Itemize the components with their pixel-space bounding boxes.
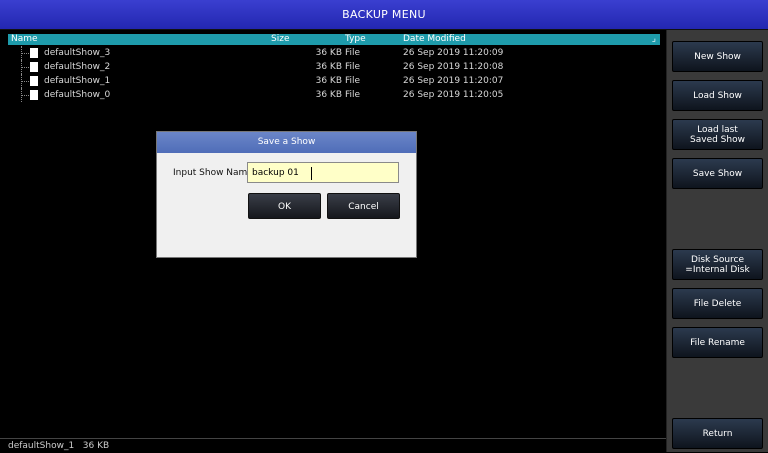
file-type: File bbox=[345, 90, 361, 100]
show-name-value: backup 01 bbox=[252, 168, 299, 178]
column-name[interactable]: Name bbox=[11, 34, 38, 45]
file-size: 36 KB bbox=[315, 48, 342, 58]
file-type: File bbox=[345, 62, 361, 72]
column-header: Name Size Type Date Modified ⌟ bbox=[8, 34, 660, 45]
title-bar: BACKUP MENU bbox=[0, 0, 768, 30]
file-name: defaultShow_2 bbox=[44, 62, 111, 72]
file-row[interactable]: defaultShow_2 36 KB File 26 Sep 2019 11:… bbox=[8, 60, 660, 74]
text-caret bbox=[311, 167, 312, 180]
column-size[interactable]: Size bbox=[271, 34, 289, 45]
load-last-label: Load last Saved Show bbox=[690, 124, 745, 145]
column-type[interactable]: Type bbox=[345, 34, 366, 45]
load-show-button[interactable]: Load Show bbox=[672, 80, 763, 111]
ok-button-label: OK bbox=[278, 202, 291, 212]
tree-line-icon bbox=[21, 74, 29, 88]
return-label: Return bbox=[702, 428, 733, 439]
ok-button[interactable]: OK bbox=[248, 193, 321, 219]
sidebar: New Show Load Show Load last Saved Show … bbox=[666, 30, 768, 452]
save-show-label: Save Show bbox=[692, 168, 743, 179]
dialog-title-bar: Save a Show bbox=[157, 132, 416, 153]
file-row[interactable]: defaultShow_1 36 KB File 26 Sep 2019 11:… bbox=[8, 74, 660, 88]
load-last-saved-show-button[interactable]: Load last Saved Show bbox=[672, 119, 763, 150]
file-type: File bbox=[345, 76, 361, 86]
cancel-button-label: Cancel bbox=[348, 202, 379, 212]
window-title: BACKUP MENU bbox=[342, 8, 426, 21]
show-name-label: Input Show Name: bbox=[173, 168, 256, 178]
file-date: 26 Sep 2019 11:20:05 bbox=[403, 90, 504, 100]
file-size: 36 KB bbox=[315, 62, 342, 72]
file-row[interactable]: defaultShow_0 36 KB File 26 Sep 2019 11:… bbox=[8, 88, 660, 102]
file-icon bbox=[30, 76, 38, 86]
file-type: File bbox=[345, 48, 361, 58]
file-icon bbox=[30, 48, 38, 58]
file-name: defaultShow_1 bbox=[44, 76, 111, 86]
tree-line-icon bbox=[21, 88, 29, 102]
file-delete-button[interactable]: File Delete bbox=[672, 288, 763, 319]
cancel-button[interactable]: Cancel bbox=[327, 193, 400, 219]
file-icon bbox=[30, 62, 38, 72]
file-size: 36 KB bbox=[315, 76, 342, 86]
column-date-modified[interactable]: Date Modified bbox=[403, 34, 466, 45]
new-show-label: New Show bbox=[694, 51, 741, 62]
save-show-button[interactable]: Save Show bbox=[672, 158, 763, 189]
sort-arrow-icon: ⌟ bbox=[651, 34, 656, 44]
disk-source-label: Disk Source =Internal Disk bbox=[685, 254, 750, 275]
file-name: defaultShow_0 bbox=[44, 90, 111, 100]
file-rename-label: File Rename bbox=[690, 337, 745, 348]
status-text: defaultShow_1 36 KB bbox=[8, 441, 110, 451]
file-date: 26 Sep 2019 11:20:09 bbox=[403, 48, 504, 58]
status-bar: defaultShow_1 36 KB bbox=[0, 438, 666, 453]
file-date: 26 Sep 2019 11:20:07 bbox=[403, 76, 504, 86]
dialog-title: Save a Show bbox=[257, 137, 316, 147]
file-name: defaultShow_3 bbox=[44, 48, 111, 58]
file-delete-label: File Delete bbox=[693, 298, 742, 309]
disk-source-button[interactable]: Disk Source =Internal Disk bbox=[672, 249, 763, 280]
tree-line-icon bbox=[21, 46, 29, 60]
file-rename-button[interactable]: File Rename bbox=[672, 327, 763, 358]
file-date: 26 Sep 2019 11:20:08 bbox=[403, 62, 504, 72]
new-show-button[interactable]: New Show bbox=[672, 41, 763, 72]
return-button[interactable]: Return bbox=[672, 418, 763, 449]
file-size: 36 KB bbox=[315, 90, 342, 100]
tree-line-icon bbox=[21, 60, 29, 74]
file-icon bbox=[30, 90, 38, 100]
show-name-input[interactable]: backup 01 bbox=[247, 162, 399, 183]
save-show-dialog: Save a Show Input Show Name: backup 01 O… bbox=[156, 131, 417, 258]
load-show-label: Load Show bbox=[693, 90, 742, 101]
file-row[interactable]: defaultShow_3 36 KB File 26 Sep 2019 11:… bbox=[8, 46, 660, 60]
